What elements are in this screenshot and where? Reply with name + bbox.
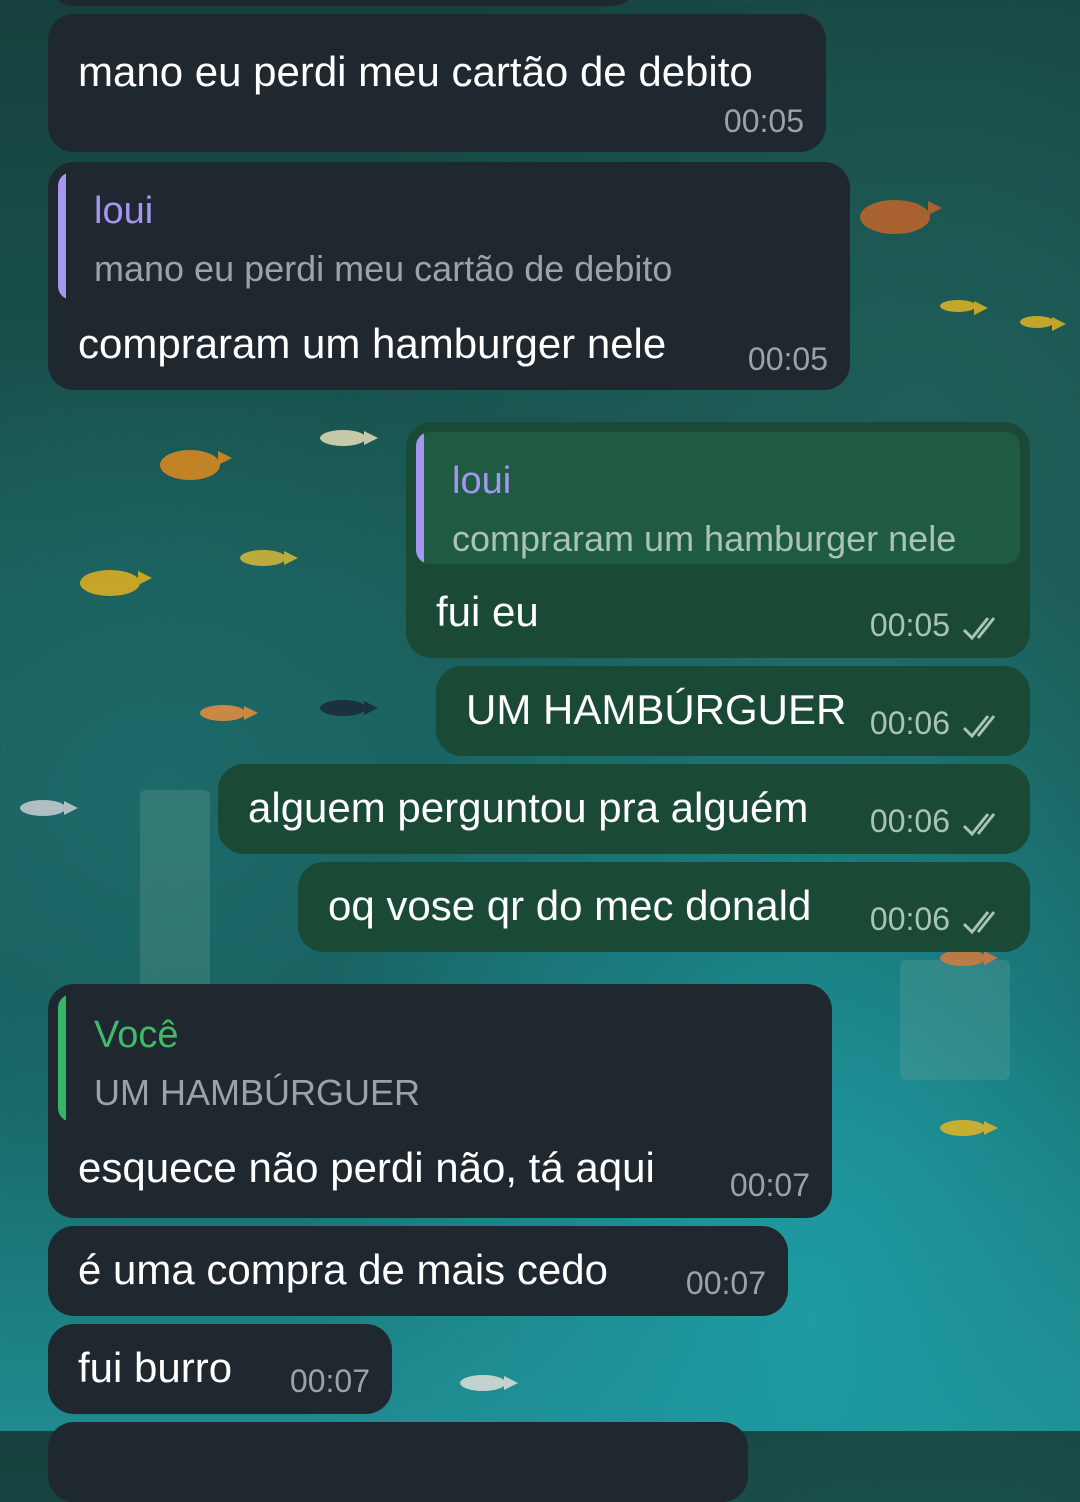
- fish-decoration: [460, 1375, 518, 1391]
- reply-preview[interactable]: loui mano eu perdi meu cartão de debito: [58, 172, 738, 300]
- message-bubble-incoming[interactable]: fui burro 00:07: [48, 1324, 392, 1414]
- fish-decoration: [240, 550, 298, 566]
- message-time: 00:07: [685, 1265, 766, 1301]
- reply-preview[interactable]: loui compraram um hamburger nele: [416, 432, 1020, 564]
- message-text: mano eu perdi meu cartão de debito: [78, 48, 753, 95]
- message-bubble-incoming[interactable]: loui mano eu perdi meu cartão de debito …: [48, 162, 850, 390]
- message-bubble-outgoing[interactable]: alguem perguntou pra alguém 00:06: [218, 764, 1030, 854]
- fish-decoration: [860, 200, 942, 234]
- fish-decoration: [940, 1120, 998, 1136]
- fish-decoration: [1020, 316, 1066, 331]
- fish-decoration: [320, 430, 378, 446]
- fish-decoration: [20, 800, 78, 816]
- double-check-icon: [962, 813, 996, 837]
- message-bubble-incoming-partial[interactable]: [48, 1422, 748, 1502]
- reply-accent-bar: [416, 432, 424, 564]
- reply-snippet: UM HAMBÚRGUER: [94, 1072, 421, 1113]
- reply-author: loui: [94, 190, 154, 232]
- fish-decoration: [940, 950, 998, 966]
- reply-preview[interactable]: Você UM HAMBÚRGUER: [58, 994, 822, 1122]
- message-time: 00:05: [723, 103, 804, 139]
- message-text: fui eu: [436, 588, 539, 635]
- reply-accent-bar: [58, 172, 66, 300]
- message-text: compraram um hamburger nele: [78, 320, 667, 367]
- message-bubble-outgoing[interactable]: loui compraram um hamburger nele fui eu …: [406, 422, 1030, 658]
- message-text: oq vose qr do mec donald: [328, 882, 812, 929]
- fish-decoration: [320, 700, 378, 716]
- message-bubble-incoming[interactable]: é uma compra de mais cedo 00:07: [48, 1226, 788, 1316]
- double-check-icon: [962, 617, 996, 641]
- reply-snippet: compraram um hamburger nele: [452, 518, 957, 559]
- message-time: 00:06: [869, 901, 950, 937]
- message-time: 00:06: [869, 803, 950, 839]
- message-bubble-incoming[interactable]: mano eu perdi meu cartão de debito 00:05: [48, 14, 826, 152]
- fish-decoration: [200, 705, 258, 721]
- reply-author: Você: [94, 1014, 179, 1056]
- double-check-icon: [962, 911, 996, 935]
- fish-decoration: [940, 300, 988, 315]
- message-time: 00:05: [869, 607, 950, 643]
- message-time: 00:07: [289, 1363, 370, 1399]
- message-text: esquece não perdi não, tá aqui: [78, 1144, 655, 1191]
- message-bubble-outgoing[interactable]: UM HAMBÚRGUER 00:06: [436, 666, 1030, 756]
- message-bubble-outgoing[interactable]: oq vose qr do mec donald 00:06: [298, 862, 1030, 952]
- wallpaper-pillar: [140, 790, 210, 990]
- message-bubble-incoming-partial[interactable]: [48, 0, 638, 6]
- reply-accent-bar: [58, 994, 66, 1122]
- message-time: 00:06: [869, 705, 950, 741]
- reply-author: loui: [452, 460, 512, 502]
- message-time: 00:05: [747, 341, 828, 377]
- message-bubble-incoming[interactable]: Você UM HAMBÚRGUER esquece não perdi não…: [48, 984, 832, 1218]
- wallpaper-pillar: [900, 960, 1010, 1080]
- message-text: alguem perguntou pra alguém: [248, 784, 809, 831]
- message-text: fui burro: [78, 1344, 233, 1391]
- message-text: é uma compra de mais cedo: [78, 1246, 608, 1293]
- fish-decoration: [160, 450, 232, 480]
- reply-snippet: mano eu perdi meu cartão de debito: [94, 248, 673, 289]
- message-time: 00:07: [729, 1167, 810, 1203]
- double-check-icon: [962, 715, 996, 739]
- fish-decoration: [80, 570, 152, 596]
- message-text: UM HAMBÚRGUER: [466, 686, 847, 733]
